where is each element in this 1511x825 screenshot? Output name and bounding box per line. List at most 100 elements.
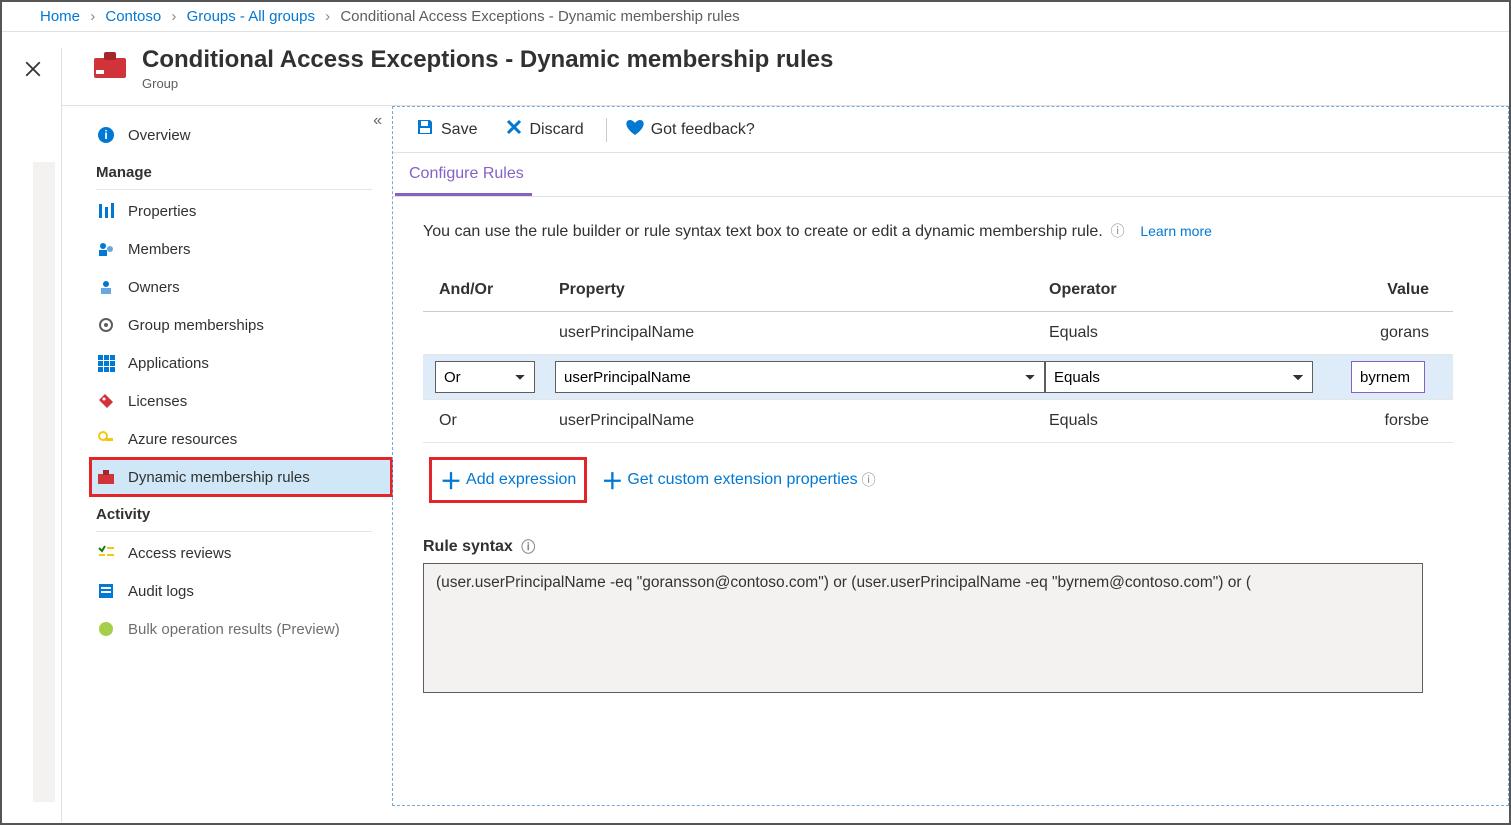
page-title: Conditional Access Exceptions - Dynamic … [142,46,833,74]
license-tag-icon [96,391,116,411]
rule-row-editing[interactable]: Or userPrincipalName Equals [423,355,1453,400]
get-custom-extension-button[interactable]: ＋ Get custom extension properties [601,464,857,496]
content-pane: Save Discard Got feedback? Configure Rul… [392,106,1509,806]
cell-andor: Or [439,412,559,430]
cell-operator: Equals [1049,412,1329,430]
col-header-operator: Operator [1049,281,1329,299]
checklist-icon [96,543,116,563]
properties-icon [96,201,116,221]
key-icon [96,429,116,449]
col-header-andor: And/Or [439,281,559,299]
sidebar-item-applications[interactable]: Applications [90,344,392,382]
resource-type-label: Group [142,76,833,91]
add-expression-label: Add expression [466,471,576,489]
members-icon [96,239,116,259]
sidebar-item-label: Members [128,241,191,258]
info-icon[interactable]: ⓘ [521,537,535,557]
sidebar-item-dynamic-membership-rules[interactable]: Dynamic membership rules [90,458,392,496]
sidebar-item-label: Owners [128,279,180,296]
discard-label: Discard [529,121,583,139]
briefcase-icon [96,467,116,487]
apps-grid-icon [96,353,116,373]
col-header-value: Value [1329,281,1429,299]
divider [96,189,372,190]
discard-x-icon [505,118,523,141]
bulk-icon [96,619,116,639]
cell-property: userPrincipalName [559,412,1049,430]
sidebar-item-members[interactable]: Members [90,230,392,268]
plus-icon: ＋ [601,464,623,496]
chevron-right-icon: › [325,8,330,25]
sidebar-item-label: Audit logs [128,583,194,600]
value-input[interactable] [1351,361,1425,393]
command-bar: Save Discard Got feedback? [393,107,1508,153]
sidebar-item-label: Overview [128,127,191,144]
cell-property: userPrincipalName [559,324,1049,342]
sidebar-item-label: Azure resources [128,431,237,448]
info-icon[interactable]: ⓘ [862,470,876,490]
sidebar-item-audit-logs[interactable]: Audit logs [90,572,392,610]
breadcrumb-current: Conditional Access Exceptions - Dynamic … [340,8,739,25]
save-icon [415,117,435,142]
discard-button[interactable]: Discard [505,118,583,141]
feedback-button[interactable]: Got feedback? [625,118,755,141]
save-button[interactable]: Save [415,117,477,142]
cell-value: forsbe [1329,412,1429,430]
info-text: You can use the rule builder or rule syn… [423,223,1103,240]
breadcrumb-home[interactable]: Home [40,8,80,25]
sidebar-item-label: Applications [128,355,209,372]
collapse-sidebar-button[interactable]: « [373,112,382,130]
cell-value: gorans [1329,324,1429,342]
sidebar-item-bulk-operation[interactable]: Bulk operation results (Preview) [90,610,392,648]
sidebar-item-overview[interactable]: i Overview [90,116,392,154]
heart-icon [625,118,645,141]
cell-operator: Equals [1049,324,1329,342]
sidebar-item-group-memberships[interactable]: Group memberships [90,306,392,344]
blade-header: Conditional Access Exceptions - Dynamic … [2,32,1509,106]
info-icon[interactable]: ⓘ [1111,223,1125,239]
svg-text:i: i [104,128,107,142]
save-label: Save [441,121,477,139]
briefcase-icon [92,50,128,80]
breadcrumb-groups[interactable]: Groups - All groups [187,8,315,25]
sidebar-item-azure-resources[interactable]: Azure resources [90,420,392,458]
close-blade-button[interactable] [24,60,42,84]
breadcrumb-contoso[interactable]: Contoso [105,8,161,25]
divider [96,531,372,532]
rule-syntax-textbox[interactable]: (user.userPrincipalName -eq "goransson@c… [423,563,1423,693]
feedback-label: Got feedback? [651,121,755,139]
chevron-right-icon: › [171,8,176,25]
rule-row[interactable]: userPrincipalName Equals gorans [423,312,1453,355]
sidebar-item-licenses[interactable]: Licenses [90,382,392,420]
sidebar-item-properties[interactable]: Properties [90,192,392,230]
add-expression-highlight: ＋ Add expression [429,457,587,503]
sidebar-item-label: Dynamic membership rules [128,469,310,486]
sidebar-header-manage: Manage [32,154,392,187]
sidebar: « i Overview Manage Properties Members O… [2,106,392,806]
breadcrumb: Home › Contoso › Groups - All groups › C… [2,2,1509,32]
andor-select[interactable]: Or [435,361,535,393]
info-icon: i [96,125,116,145]
rule-row[interactable]: Or userPrincipalName Equals forsbe [423,400,1453,443]
learn-more-link[interactable]: Learn more [1140,223,1212,239]
sidebar-item-label: Access reviews [128,545,231,562]
property-select[interactable]: userPrincipalName [555,361,1045,393]
tab-configure-rules[interactable]: Configure Rules [395,153,532,196]
operator-select[interactable]: Equals [1045,361,1313,393]
plus-icon: ＋ [440,464,462,496]
sidebar-item-owners[interactable]: Owners [90,268,392,306]
sidebar-item-label: Group memberships [128,317,264,334]
sidebar-item-label: Licenses [128,393,187,410]
chevron-right-icon: › [90,8,95,25]
divider [606,118,607,142]
add-expression-button[interactable]: ＋ Add expression [440,464,576,496]
sidebar-item-access-reviews[interactable]: Access reviews [90,534,392,572]
owners-icon [96,277,116,297]
rule-syntax-label: Rule syntax ⓘ [423,537,1508,557]
sidebar-item-label: Properties [128,203,196,220]
get-custom-label: Get custom extension properties [627,471,857,489]
col-header-property: Property [559,281,1049,299]
gear-icon [96,315,116,335]
table-header-row: And/Or Property Operator Value [423,281,1453,312]
sidebar-item-label: Bulk operation results (Preview) [128,621,340,638]
